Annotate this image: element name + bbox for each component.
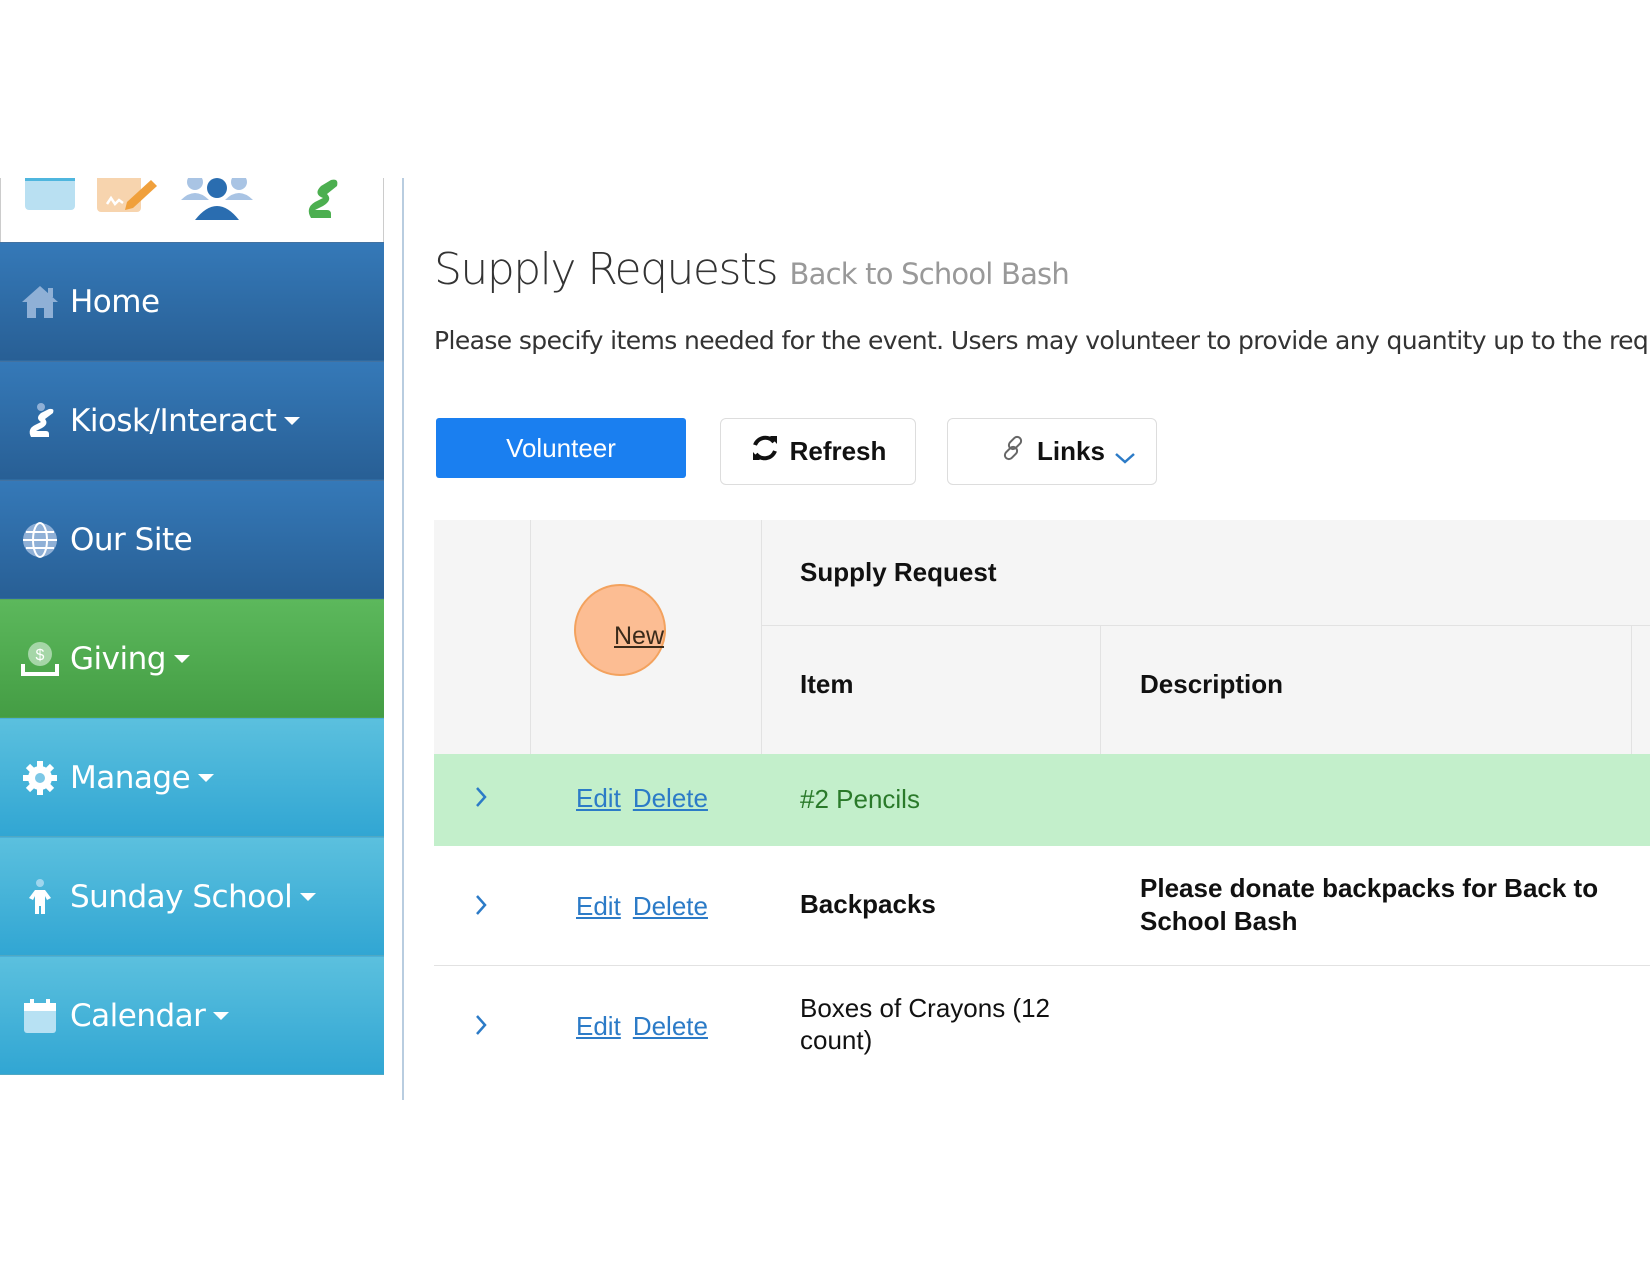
praying-person-icon xyxy=(20,401,60,441)
column-divider xyxy=(1100,625,1101,754)
globe-icon xyxy=(20,520,60,560)
sidebar-item-label: Giving xyxy=(70,640,166,677)
delete-link[interactable]: Delete xyxy=(633,891,708,921)
people-group-icon[interactable] xyxy=(181,178,253,225)
sidebar-item-label: Manage xyxy=(70,759,191,796)
refresh-button[interactable]: Refresh xyxy=(720,418,916,485)
table-row[interactable]: Edit Delete #2 Pencils xyxy=(434,754,1650,846)
delete-link[interactable]: Delete xyxy=(633,783,708,813)
child-icon xyxy=(20,877,60,917)
edit-link[interactable]: Edit xyxy=(576,783,621,813)
caret-down-icon xyxy=(198,773,215,782)
row-description: Please donate backpacks for Back to Scho… xyxy=(1140,873,1599,936)
content-divider xyxy=(402,178,404,1100)
row-item: Backpacks xyxy=(800,889,936,919)
sidebar: Home Kiosk/Interact Our Site $ Giving Ma… xyxy=(0,178,384,1100)
sidebar-item-giving[interactable]: $ Giving xyxy=(0,599,384,718)
expand-chevron-icon[interactable] xyxy=(474,894,488,921)
links-button-label: Links xyxy=(1037,436,1105,466)
new-button-highlight: New xyxy=(574,584,666,676)
sidebar-item-label: Sunday School xyxy=(70,878,293,915)
page-subtitle: Back to School Bash xyxy=(789,257,1070,291)
signature-pencil-icon[interactable] xyxy=(97,178,161,219)
row-actions: Edit Delete xyxy=(576,891,720,922)
delete-link[interactable]: Delete xyxy=(633,1011,708,1041)
page-title-text: Supply Requests xyxy=(434,244,779,295)
sidebar-item-sunday-school[interactable]: Sunday School xyxy=(0,837,384,956)
table-header: Supply Request Item Description New xyxy=(434,520,1650,754)
refresh-button-label: Refresh xyxy=(789,436,887,466)
edit-link[interactable]: Edit xyxy=(576,891,621,921)
app-frame: Home Kiosk/Interact Our Site $ Giving Ma… xyxy=(0,178,1650,1100)
refresh-icon xyxy=(750,433,780,470)
sidebar-item-kiosk-interact[interactable]: Kiosk/Interact xyxy=(0,361,384,480)
links-dropdown-button[interactable]: Links xyxy=(947,418,1157,485)
header-divider xyxy=(761,625,1650,626)
column-divider xyxy=(1631,625,1632,754)
quick-launch-bar xyxy=(0,178,384,242)
row-actions: Edit Delete xyxy=(576,783,720,814)
page-description: Please specify items needed for the even… xyxy=(434,326,1650,355)
table-row[interactable]: Edit Delete Backpacks Please donate backp… xyxy=(434,846,1650,966)
money-hand-icon: $ xyxy=(20,639,60,679)
page-title: Supply Requests Back to School Bash xyxy=(434,244,1070,295)
caret-down-icon xyxy=(284,416,301,425)
link-icon xyxy=(999,434,1027,469)
column-header-description[interactable]: Description xyxy=(1140,669,1283,700)
table-row[interactable]: Edit Delete Boxes of Crayons (12 count) xyxy=(434,966,1650,1086)
new-link[interactable]: New xyxy=(614,622,664,651)
chevron-down-icon xyxy=(1114,441,1136,472)
row-item: #2 Pencils xyxy=(800,784,920,814)
main-content: Supply Requests Back to School Bash Plea… xyxy=(434,178,1650,1100)
column-divider xyxy=(530,520,531,754)
svg-text:$: $ xyxy=(36,647,45,664)
column-header-item[interactable]: Item xyxy=(800,669,853,700)
column-divider xyxy=(761,520,762,754)
edit-link[interactable]: Edit xyxy=(576,1011,621,1041)
sidebar-item-manage[interactable]: Manage xyxy=(0,718,384,837)
sidebar-item-calendar[interactable]: Calendar xyxy=(0,956,384,1075)
sidebar-nav: Home Kiosk/Interact Our Site $ Giving Ma… xyxy=(0,242,384,1075)
calendar-icon xyxy=(20,996,60,1036)
row-item: Boxes of Crayons (12 count) xyxy=(800,993,1051,1055)
volunteer-button[interactable]: Volunteer xyxy=(436,418,686,478)
sidebar-item-our-site[interactable]: Our Site xyxy=(0,480,384,599)
caret-down-icon xyxy=(300,892,317,901)
caret-down-icon xyxy=(173,654,190,663)
row-actions: Edit Delete xyxy=(576,1011,720,1042)
window-icon[interactable] xyxy=(25,178,75,217)
group-header-supply-request: Supply Request xyxy=(800,557,997,587)
praying-person-icon[interactable] xyxy=(297,178,345,225)
sidebar-item-label: Kiosk/Interact xyxy=(70,402,277,439)
expand-chevron-icon[interactable] xyxy=(474,1014,488,1041)
expand-chevron-icon[interactable] xyxy=(474,786,488,813)
supply-requests-table: Supply Request Item Description New Edit… xyxy=(434,520,1650,1086)
sidebar-item-label: Calendar xyxy=(70,997,206,1034)
sidebar-item-home[interactable]: Home xyxy=(0,242,384,361)
sidebar-item-label: Our Site xyxy=(70,521,193,558)
home-icon xyxy=(20,282,60,322)
volunteer-button-label: Volunteer xyxy=(506,432,616,463)
caret-down-icon xyxy=(213,1011,230,1020)
gear-icon xyxy=(20,758,60,798)
sidebar-item-label: Home xyxy=(70,283,160,320)
